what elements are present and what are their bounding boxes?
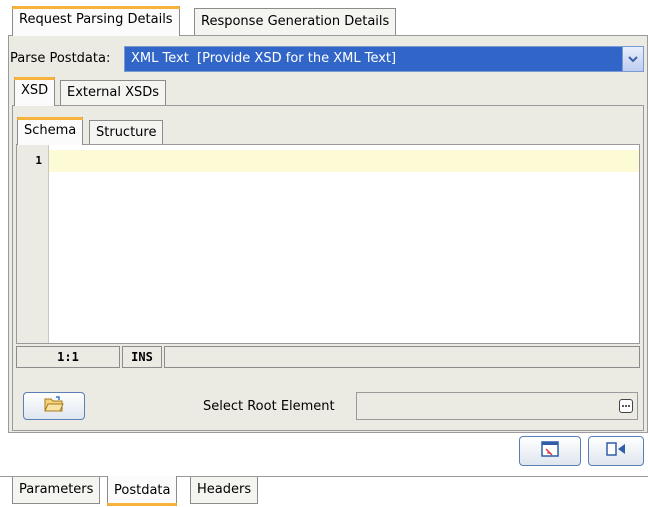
ellipsis-icon[interactable] <box>619 399 633 413</box>
tab-xsd[interactable]: XSD <box>14 77 56 106</box>
page-arrow-icon <box>605 441 627 461</box>
parse-postdata-label: Parse Postdata: <box>10 51 111 66</box>
tab-external-xsds[interactable]: External XSDs <box>60 80 167 105</box>
editor-status-bar: 1:1 INS <box>16 346 640 368</box>
parse-postdata-value: XML Text [Provide XSD for the XML Text] <box>131 51 397 66</box>
action-button-2[interactable] <box>588 436 644 466</box>
root-element-field[interactable] <box>356 392 638 420</box>
tab-structure[interactable]: Structure <box>89 120 164 145</box>
action-button-1[interactable] <box>519 436 581 466</box>
open-folder-icon <box>44 395 64 417</box>
tab-response-generation-details[interactable]: Response Generation Details <box>194 8 397 36</box>
open-file-button[interactable] <box>23 392 85 420</box>
tab-request-parsing-details[interactable]: Request Parsing Details <box>12 6 180 36</box>
parse-postdata-select[interactable]: XML Text [Provide XSD for the XML Text] <box>124 46 644 72</box>
line-number: 1 <box>35 154 42 167</box>
top-tab-strip: Request Parsing Details Response Generat… <box>0 0 648 36</box>
status-message <box>164 346 640 368</box>
tab-headers[interactable]: Headers <box>190 477 259 504</box>
line-number-gutter: 1 <box>17 145 49 343</box>
tab-parameters[interactable]: Parameters <box>12 477 101 504</box>
chevron-down-icon[interactable] <box>622 47 643 71</box>
document-window-icon <box>540 440 560 462</box>
current-line-highlight <box>49 150 639 172</box>
tab-postdata[interactable]: Postdata <box>107 476 178 506</box>
insert-mode: INS <box>122 346 162 368</box>
cursor-position: 1:1 <box>16 346 120 368</box>
schema-editor[interactable]: 1 <box>16 144 640 344</box>
tab-schema[interactable]: Schema <box>17 117 84 145</box>
select-root-element-label: Select Root Element <box>203 399 335 414</box>
